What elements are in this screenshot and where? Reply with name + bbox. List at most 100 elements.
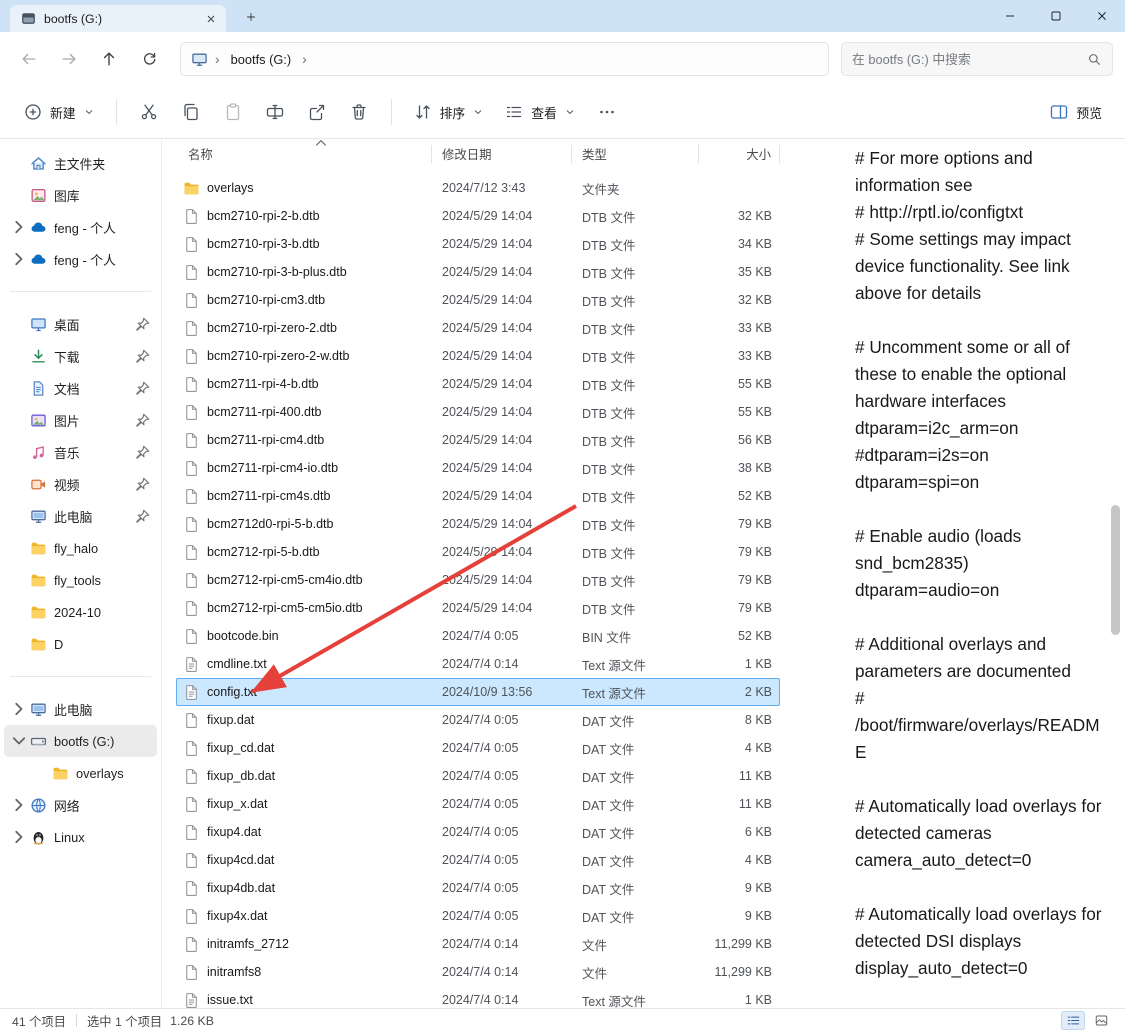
address-bar[interactable]: › bootfs (G:) › <box>180 42 829 76</box>
file-row-bcm2712-rpi-cm5-cm5io-dtb[interactable]: bcm2712-rpi-cm5-cm5io.dtb2024/5/29 14:04… <box>176 594 780 622</box>
share-button[interactable] <box>297 94 337 130</box>
sidebar-item-item-20[interactable]: 网络 <box>4 789 157 821</box>
chevron-down-icon[interactable] <box>8 733 30 749</box>
file-row-bcm2711-rpi-cm4s-dtb[interactable]: bcm2711-rpi-cm4s.dtb2024/5/29 14:04DTB 文… <box>176 482 780 510</box>
file-row-fixup4-dat[interactable]: fixup4.dat2024/7/4 0:05DAT 文件6 KB <box>176 818 780 846</box>
maximize-button[interactable] <box>1033 0 1079 32</box>
sidebar-item-item-6[interactable]: 下载 <box>4 340 157 372</box>
file-row-fixup-x-dat[interactable]: fixup_x.dat2024/7/4 0:05DAT 文件11 KB <box>176 790 780 818</box>
file-row-initramfs-2712[interactable]: initramfs_27122024/7/4 0:14文件11,299 KB <box>176 930 780 958</box>
sidebar-item-overlays[interactable]: overlays <box>4 757 157 789</box>
thumbnail-view-button[interactable] <box>1089 1011 1113 1030</box>
file-row-bcm2710-rpi-cm3-dtb[interactable]: bcm2710-rpi-cm3.dtb2024/5/29 14:04DTB 文件… <box>176 286 780 314</box>
search-icon[interactable] <box>1087 52 1102 67</box>
chevron-right-icon[interactable] <box>8 251 30 267</box>
file-row-fixup-cd-dat[interactable]: fixup_cd.dat2024/7/4 0:05DAT 文件4 KB <box>176 734 780 762</box>
file-row-bcm2710-rpi-zero-2-w-dtb[interactable]: bcm2710-rpi-zero-2-w.dtb2024/5/29 14:04D… <box>176 342 780 370</box>
rename-button[interactable] <box>255 94 295 130</box>
file-row-bcm2712-rpi-cm5-cm4io-dtb[interactable]: bcm2712-rpi-cm5-cm4io.dtb2024/5/29 14:04… <box>176 566 780 594</box>
preview-scrollbar[interactable] <box>1106 139 1125 1008</box>
file-row-fixup-db-dat[interactable]: fixup_db.dat2024/7/4 0:05DAT 文件11 KB <box>176 762 780 790</box>
minimize-button[interactable] <box>987 0 1033 32</box>
sidebar-item-item-11[interactable]: 此电脑 <box>4 500 157 532</box>
file-row-bcm2710-rpi-2-b-dtb[interactable]: bcm2710-rpi-2-b.dtb2024/5/29 14:04DTB 文件… <box>176 202 780 230</box>
sidebar-item-2024-10[interactable]: 2024-10 <box>4 596 157 628</box>
file-row-bcm2710-rpi-zero-2-dtb[interactable]: bcm2710-rpi-zero-2.dtb2024/5/29 14:04DTB… <box>176 314 780 342</box>
new-button[interactable]: 新建 <box>14 94 104 130</box>
chevron-right-icon[interactable] <box>8 219 30 235</box>
delete-button[interactable] <box>339 94 379 130</box>
file-row-bcm2710-rpi-3-b-dtb[interactable]: bcm2710-rpi-3-b.dtb2024/5/29 14:04DTB 文件… <box>176 230 780 258</box>
file-row-bcm2710-rpi-3-b-plus-dtb[interactable]: bcm2710-rpi-3-b-plus.dtb2024/5/29 14:04D… <box>176 258 780 286</box>
sidebar-item-d[interactable]: D <box>4 628 157 660</box>
file-row-bcm2712d0-rpi-5-b-dtb[interactable]: bcm2712d0-rpi-5-b.dtb2024/5/29 14:04DTB … <box>176 510 780 538</box>
copy-button[interactable] <box>171 94 211 130</box>
search-box[interactable] <box>841 42 1113 76</box>
chevron-right-icon[interactable] <box>8 701 30 717</box>
sidebar-item-item-8[interactable]: 图片 <box>4 404 157 436</box>
refresh-icon[interactable] <box>132 42 166 76</box>
breadcrumb-chevron-icon[interactable]: › <box>300 51 309 67</box>
details-view-button[interactable] <box>1061 1011 1085 1030</box>
sidebar-item-item-7[interactable]: 文档 <box>4 372 157 404</box>
sidebar-item-item-0[interactable]: 主文件夹 <box>4 147 157 179</box>
file-type: DTB 文件 <box>572 375 699 394</box>
file-row-bcm2711-rpi-cm4-io-dtb[interactable]: bcm2711-rpi-cm4-io.dtb2024/5/29 14:04DTB… <box>176 454 780 482</box>
file-row-cmdline-txt[interactable]: cmdline.txt2024/7/4 0:14Text 源文件1 KB <box>176 650 780 678</box>
preview-toggle-button[interactable]: 预览 <box>1040 94 1111 130</box>
sidebar-item-item-1[interactable]: 图库 <box>4 179 157 211</box>
paste-button[interactable] <box>213 94 253 130</box>
forward-icon[interactable] <box>52 42 86 76</box>
sidebar-item-fly-tools[interactable]: fly_tools <box>4 564 157 596</box>
tab-close-icon[interactable] <box>202 10 220 28</box>
sidebar-item-label: 音乐 <box>54 443 134 462</box>
sidebar-item-fly-halo[interactable]: fly_halo <box>4 532 157 564</box>
file-row-initramfs8[interactable]: initramfs82024/7/4 0:14文件11,299 KB <box>176 958 780 986</box>
column-header-date[interactable]: 修改日期 <box>432 145 572 163</box>
file-row-issue-txt[interactable]: issue.txt2024/7/4 0:14Text 源文件1 KB <box>176 986 780 1008</box>
file-row-bcm2712-rpi-5-b-dtb[interactable]: bcm2712-rpi-5-b.dtb2024/5/29 14:04DTB 文件… <box>176 538 780 566</box>
view-button[interactable]: 查看 <box>495 94 585 130</box>
preview-line <box>855 307 1106 334</box>
file-row-fixup4x-dat[interactable]: fixup4x.dat2024/7/4 0:05DAT 文件9 KB <box>176 902 780 930</box>
file-size: 11 KB <box>699 769 780 783</box>
file-name-cell: bcm2712-rpi-cm5-cm4io.dtb <box>176 572 432 589</box>
search-input[interactable] <box>852 52 1081 67</box>
sidebar-item-item-17[interactable]: 此电脑 <box>4 693 157 725</box>
sidebar-item-item-5[interactable]: 桌面 <box>4 308 157 340</box>
new-tab-button[interactable] <box>238 4 264 30</box>
navigation-sidebar[interactable]: 主文件夹图库feng - 个人feng - 个人桌面下载文档图片音乐视频此电脑f… <box>0 139 162 1008</box>
up-icon[interactable] <box>92 42 126 76</box>
chevron-right-icon[interactable] <box>8 797 30 813</box>
sidebar-item-feng[interactable]: feng - 个人 <box>4 211 157 243</box>
chevron-right-icon[interactable] <box>8 829 30 845</box>
sort-button[interactable]: 排序 <box>404 94 494 130</box>
more-button[interactable] <box>587 94 627 130</box>
file-row-overlays[interactable]: overlays2024/7/12 3:43文件夹 <box>176 174 780 202</box>
cut-button[interactable] <box>129 94 169 130</box>
sidebar-item-bootfs-g[interactable]: bootfs (G:) <box>4 725 157 757</box>
file-row-config-txt[interactable]: config.txt2024/10/9 13:56Text 源文件2 KB <box>176 678 780 706</box>
sidebar-item-item-9[interactable]: 音乐 <box>4 436 157 468</box>
close-button[interactable] <box>1079 0 1125 32</box>
preview-pane[interactable]: # For more options and information see# … <box>846 139 1106 1008</box>
file-size: 55 KB <box>699 405 780 419</box>
file-row-fixup4cd-dat[interactable]: fixup4cd.dat2024/7/4 0:05DAT 文件4 KB <box>176 846 780 874</box>
column-header-name[interactable]: 名称 <box>176 145 432 163</box>
file-row-fixup4db-dat[interactable]: fixup4db.dat2024/7/4 0:05DAT 文件9 KB <box>176 874 780 902</box>
sidebar-item-item-10[interactable]: 视频 <box>4 468 157 500</box>
column-header-size[interactable]: 大小 <box>699 145 780 163</box>
breadcrumb[interactable]: bootfs (G:) <box>227 50 295 69</box>
scrollbar-thumb[interactable] <box>1111 505 1120 635</box>
file-row-bcm2711-rpi-cm4-dtb[interactable]: bcm2711-rpi-cm4.dtb2024/5/29 14:04DTB 文件… <box>176 426 780 454</box>
back-icon[interactable] <box>12 42 46 76</box>
sidebar-item-feng[interactable]: feng - 个人 <box>4 243 157 275</box>
file-row-fixup-dat[interactable]: fixup.dat2024/7/4 0:05DAT 文件8 KB <box>176 706 780 734</box>
tab-bootfs[interactable]: bootfs (G:) <box>10 5 226 32</box>
column-header-type[interactable]: 类型 <box>572 145 699 163</box>
sidebar-item-linux[interactable]: Linux <box>4 821 157 853</box>
file-row-bcm2711-rpi-4-b-dtb[interactable]: bcm2711-rpi-4-b.dtb2024/5/29 14:04DTB 文件… <box>176 370 780 398</box>
file-row-bootcode-bin[interactable]: bootcode.bin2024/7/4 0:05BIN 文件52 KB <box>176 622 780 650</box>
file-row-bcm2711-rpi-400-dtb[interactable]: bcm2711-rpi-400.dtb2024/5/29 14:04DTB 文件… <box>176 398 780 426</box>
preview-line: # Enable audio (loads snd_bcm2835) <box>855 523 1106 577</box>
